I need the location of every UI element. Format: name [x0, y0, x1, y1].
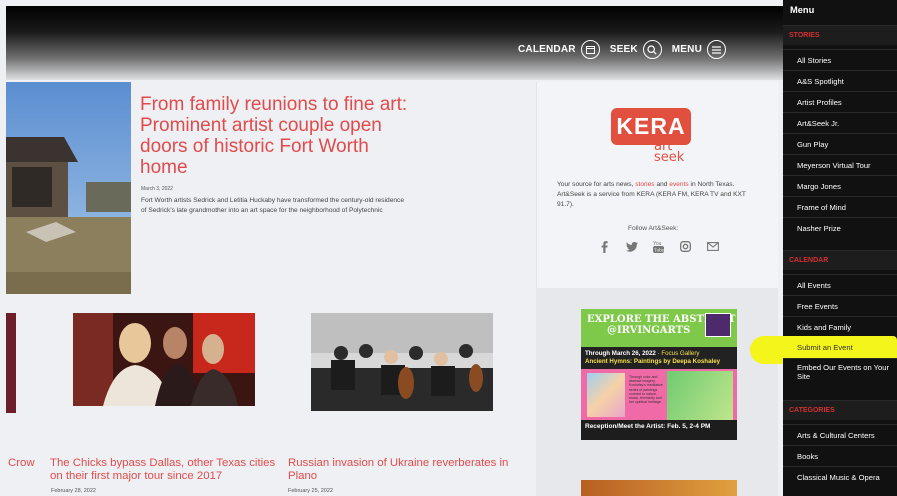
twitter-icon[interactable]: [625, 240, 638, 253]
follow-label: Follow Art&Seek:: [628, 225, 679, 232]
kera-logo-box: KERA: [611, 108, 691, 145]
social-links: You Tube: [598, 240, 719, 253]
second-ad-image[interactable]: [581, 480, 737, 496]
hero-title[interactable]: From family reunions to fine art: Promin…: [140, 94, 410, 178]
menu-item-submit-event[interactable]: Submit an Event: [783, 337, 897, 358]
calendar-label: CALENDAR: [517, 44, 576, 55]
card-title-3[interactable]: Russian invasion of Ukraine reverberates…: [288, 457, 524, 483]
irving-arts-ad[interactable]: EXPLORE THE ABSTRACT @IRVINGARTS Through…: [581, 309, 737, 440]
svg-text:Tube: Tube: [654, 248, 664, 253]
menu-item-frame-of-mind[interactable]: Frame of Mind: [783, 196, 897, 217]
menu-item-embed-events[interactable]: Embed Our Events on Your Site: [783, 358, 897, 390]
menu-item-all-stories[interactable]: All Stories: [783, 49, 897, 70]
seek-nav-link[interactable]: SEEK: [610, 40, 662, 59]
menu-item-cultural-centers[interactable]: Arts & Cultural Centers: [783, 424, 897, 445]
stories-link[interactable]: stories: [635, 181, 654, 188]
menu-nav-link[interactable]: MENU: [672, 40, 726, 59]
menu-item-kids-family[interactable]: Kids and Family: [783, 316, 897, 337]
menu-item-all-events[interactable]: All Events: [783, 274, 897, 295]
events-link[interactable]: events: [669, 181, 688, 188]
hamburger-icon: [707, 40, 726, 59]
hero-date: March 3, 2022: [141, 186, 173, 192]
chicks-article-image[interactable]: [73, 313, 255, 406]
ad-dates-strip: Through March 26, 2022 · Focus Gallery A…: [581, 347, 737, 369]
irving-arts-logo: [705, 313, 731, 337]
ad-gallery: Focus Gallery: [661, 350, 700, 357]
ad-painting-image-2: [667, 371, 733, 421]
menu-item-classical-music[interactable]: Classical Music & Opera: [783, 466, 897, 487]
side-menu: Menu STORIES All Stories A&S Spotlight A…: [783, 0, 897, 496]
calendar-nav-link[interactable]: CALENDAR: [518, 40, 600, 59]
instagram-icon[interactable]: [679, 240, 692, 253]
tagline-and: and: [654, 181, 670, 188]
kera-art-seek-logo[interactable]: KERA art seek: [611, 108, 691, 168]
menu-item-books[interactable]: Books: [783, 445, 897, 466]
menu-title: Menu: [790, 5, 815, 15]
card-title-1[interactable]: Crow: [8, 457, 48, 470]
facebook-icon[interactable]: [598, 240, 611, 253]
menu-item-free-events[interactable]: Free Events: [783, 295, 897, 316]
menu-item-gun-play[interactable]: Gun Play: [783, 133, 897, 154]
card-image-partial[interactable]: [6, 313, 16, 413]
logo-seek-text: seek: [654, 150, 685, 165]
ad-painting-image: [587, 373, 625, 417]
top-nav: CALENDAR SEEK MENU: [518, 40, 726, 59]
email-icon[interactable]: [706, 240, 719, 253]
menu-bottom-fill: [783, 487, 897, 496]
seek-label: SEEK: [609, 44, 638, 55]
menu-label: MENU: [671, 44, 702, 55]
page: CALENDAR SEEK MENU From family reunions …: [0, 0, 897, 496]
card-title-2[interactable]: The Chicks bypass Dallas, other Texas ci…: [50, 457, 282, 483]
ad-show-title: Ancient Hymns: Paintings by Deepa Koshal…: [585, 358, 721, 365]
menu-item-nasher-prize[interactable]: Nasher Prize: [783, 217, 897, 238]
hero-description: Fort Worth artists Sedrick and Letitia H…: [141, 197, 405, 214]
menu-section-categories[interactable]: CATEGORIES: [783, 400, 897, 420]
search-icon: [642, 40, 662, 59]
site-header: CALENDAR SEEK MENU: [6, 6, 784, 80]
menu-item-artist-profiles[interactable]: Artist Profiles: [783, 91, 897, 112]
calendar-icon: [580, 40, 600, 59]
menu-item-spotlight[interactable]: A&S Spotlight: [783, 70, 897, 91]
hero-image[interactable]: [6, 82, 131, 294]
art-seek-wordmark: art seek: [654, 140, 685, 165]
youtube-icon[interactable]: You Tube: [652, 240, 665, 253]
site-tagline: Your source for arts news, stories and e…: [557, 180, 757, 210]
ad-reception: Reception/Meet the Artist: Feb. 5, 2-4 P…: [581, 420, 737, 440]
card-date-3: February 25, 2022: [288, 488, 333, 494]
ad-dates: Through March 26, 2022: [585, 350, 656, 357]
menu-section-calendar[interactable]: CALENDAR: [783, 250, 897, 270]
ad-blurb: Through color and abstract imagery, Kosh…: [629, 375, 663, 405]
menu-item-meyerson-tour[interactable]: Meyerson Virtual Tour: [783, 154, 897, 175]
orchestra-article-image[interactable]: [311, 313, 493, 411]
menu-section-stories[interactable]: STORIES: [783, 25, 897, 45]
tagline-text: Your source for arts news,: [557, 181, 636, 188]
card-date-2: February 28, 2022: [51, 488, 96, 494]
menu-item-art-seek-jr[interactable]: Art&Seek Jr.: [783, 112, 897, 133]
menu-item-margo-jones[interactable]: Margo Jones: [783, 175, 897, 196]
